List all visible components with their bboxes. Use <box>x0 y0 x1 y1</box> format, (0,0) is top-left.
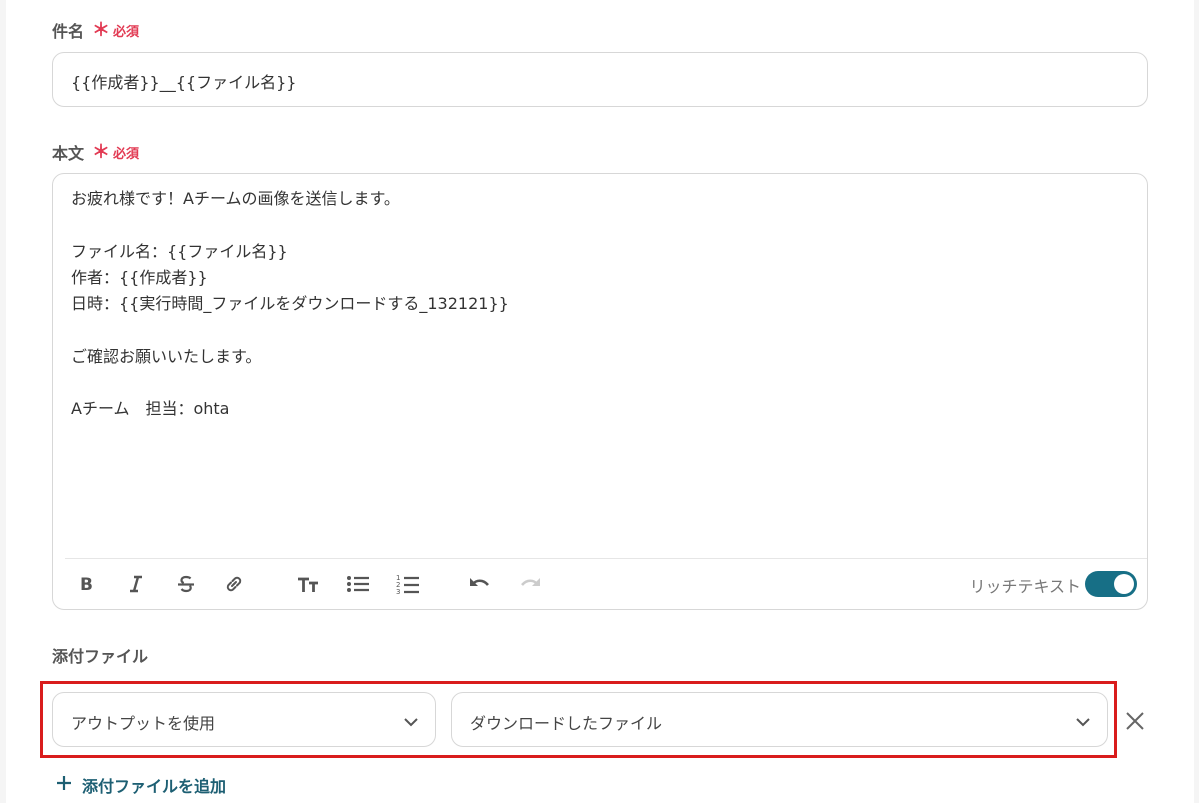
italic-icon[interactable] <box>123 571 149 597</box>
body-line <box>71 212 509 238</box>
body-editor[interactable]: お疲れ様です！Aチームの画像を送信します。 ファイル名：{{ファイル名}} 作者… <box>52 173 1148 610</box>
body-line: ファイル名：{{ファイル名}} <box>71 241 288 261</box>
add-attachment-button[interactable]: 添付ファイルを追加 <box>56 773 226 797</box>
body-line: 作者：{{作成者}} <box>71 267 208 287</box>
link-icon[interactable] <box>221 571 247 597</box>
remove-attachment-icon[interactable] <box>1124 710 1146 732</box>
required-badge: ＊ 必須 <box>92 142 140 163</box>
svg-text:B: B <box>80 575 93 593</box>
text-size-icon[interactable] <box>295 571 321 597</box>
strikethrough-icon[interactable] <box>173 571 199 597</box>
chevron-down-icon <box>403 713 419 732</box>
svg-text:3: 3 <box>396 588 400 595</box>
subject-label: 件名 ＊ 必須 <box>52 20 140 42</box>
body-line <box>71 317 509 343</box>
undo-icon[interactable] <box>467 571 493 597</box>
rich-text-label: リッチテキスト <box>969 577 1081 596</box>
redo-icon <box>517 571 543 597</box>
plus-icon <box>56 775 72 795</box>
body-line: お疲れ様です！Aチームの画像を送信します。 <box>71 189 400 208</box>
subject-value: {{作成者}}__{{ファイル名}} <box>71 73 297 92</box>
body-line <box>71 370 509 396</box>
attachment-source-select[interactable]: アウトプットを使用 <box>52 692 436 747</box>
body-line: Aチーム 担当：ohta <box>71 399 230 419</box>
body-label: 本文 ＊ 必須 <box>52 142 140 164</box>
chevron-down-icon <box>1075 713 1091 732</box>
attachment-label: 添付ファイル <box>52 647 149 666</box>
toggle-knob <box>1114 574 1134 594</box>
numbered-list-icon[interactable]: 123 <box>395 571 421 597</box>
body-line: ご確認お願いいたします。 <box>71 346 262 366</box>
subject-input[interactable]: {{作成者}}__{{ファイル名}} <box>52 52 1148 107</box>
bold-icon[interactable]: B <box>73 571 99 597</box>
body-text-area[interactable]: お疲れ様です！Aチームの画像を送信します。 ファイル名：{{ファイル名}} 作者… <box>71 186 509 423</box>
body-line: 日時：{{実行時間_ファイルをダウンロードする_132121}} <box>71 294 509 314</box>
editor-toolbar: B 123 リッチテキスト <box>65 558 1147 610</box>
attachment-value-select[interactable]: ダウンロードしたファイル <box>451 692 1108 747</box>
bullet-list-icon[interactable] <box>345 571 371 597</box>
required-badge: ＊ 必須 <box>92 20 140 41</box>
rich-text-toggle[interactable] <box>1085 571 1137 597</box>
